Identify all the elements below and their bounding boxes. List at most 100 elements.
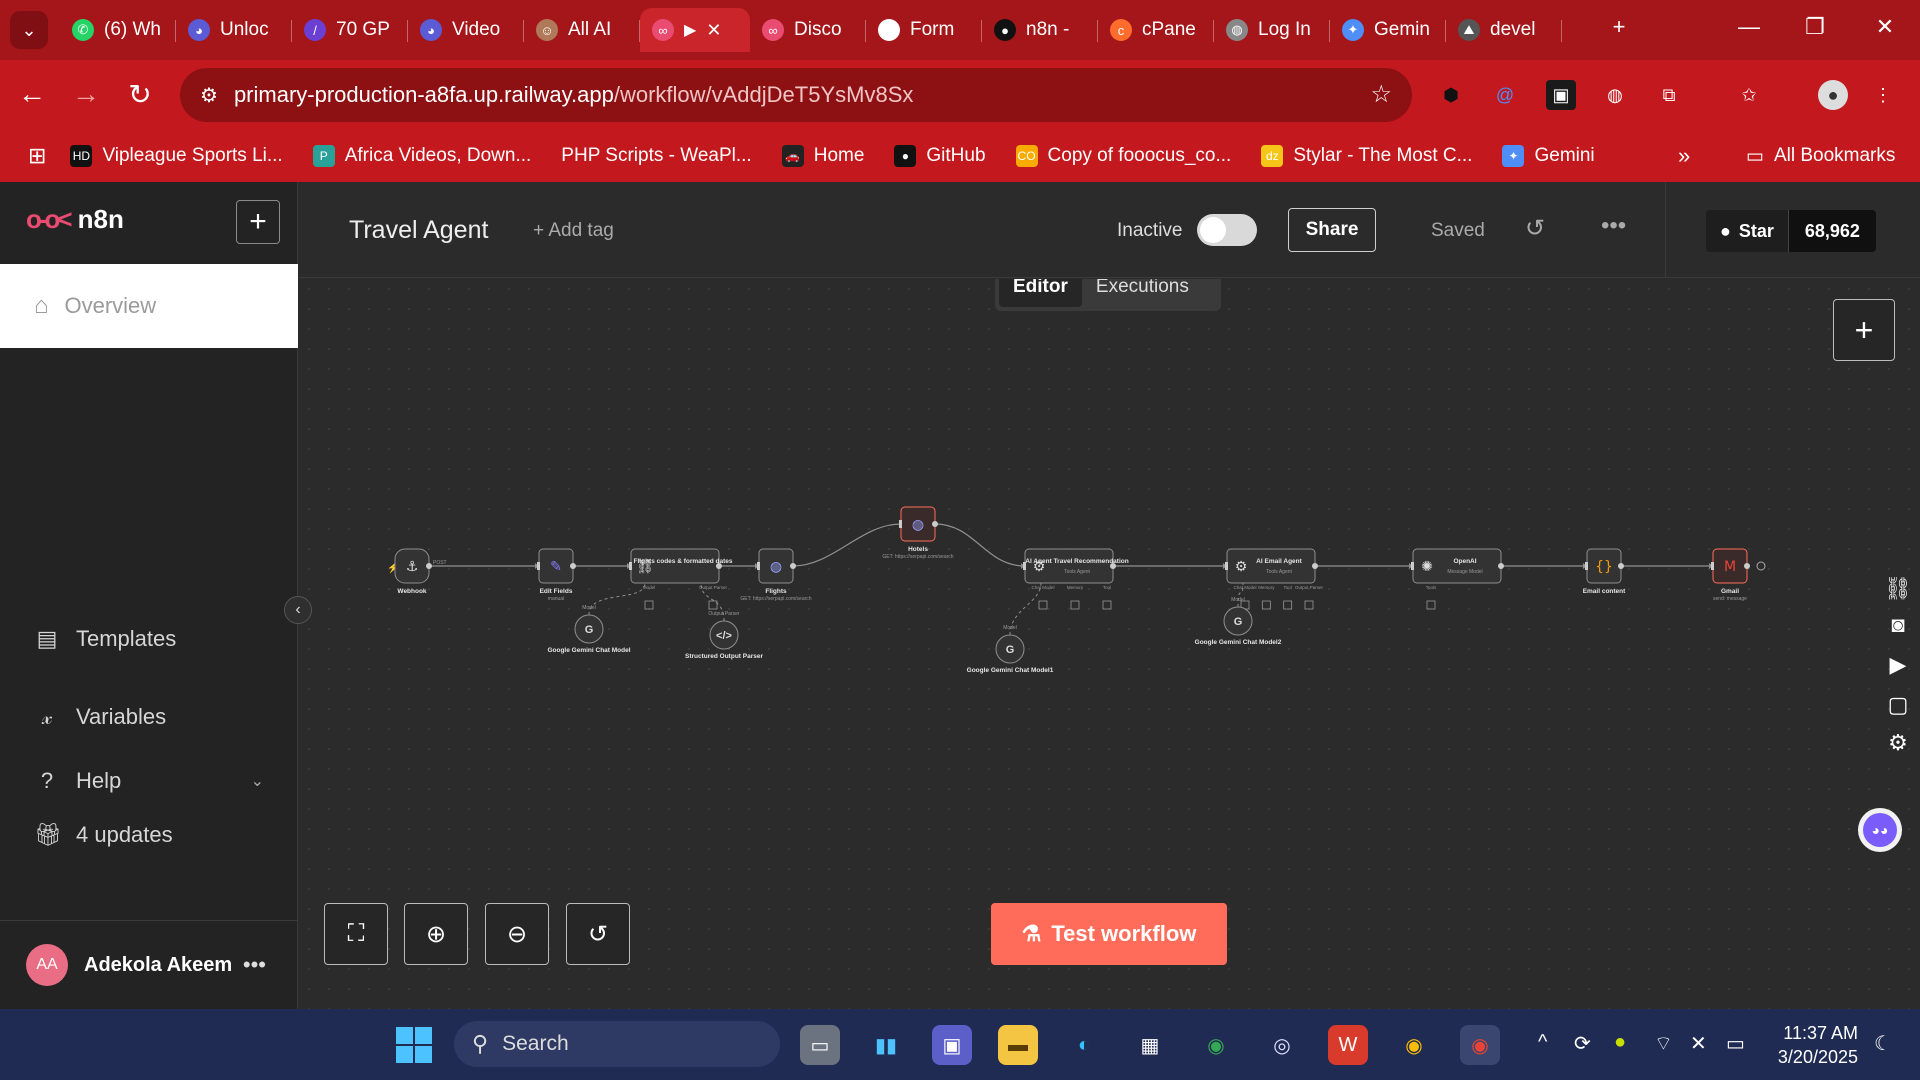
tab-search-button[interactable]: ⌄ xyxy=(10,11,48,49)
close-window-button[interactable]: ✕ xyxy=(1870,14,1900,40)
more-options-icon[interactable]: ••• xyxy=(243,952,266,978)
site-info-icon[interactable]: ⚙ xyxy=(200,83,218,108)
sidebar-item-updates[interactable]: 🎁︎ 4 updates xyxy=(34,822,173,848)
tray-app-icon[interactable]: ● xyxy=(1614,1031,1626,1054)
sync-icon[interactable]: ⟳ xyxy=(1574,1031,1591,1056)
workflow-title[interactable]: Travel Agent xyxy=(349,216,488,245)
apps-grid-icon[interactable]: ⊞ xyxy=(28,143,46,169)
browser-tab[interactable]: ✱ Form xyxy=(866,8,982,52)
sidebar-item-variables[interactable]: 𝓍 Variables xyxy=(34,704,166,730)
browser-tab[interactable]: ∞ ▶ ✕ xyxy=(640,8,750,52)
minimize-button[interactable]: — xyxy=(1734,14,1764,40)
edge-icon[interactable]: ◐ xyxy=(1064,1025,1104,1065)
active-toggle[interactable] xyxy=(1197,214,1257,246)
profile-avatar[interactable]: ● xyxy=(1818,80,1848,110)
browser-tab[interactable]: c cPane xyxy=(1098,8,1214,52)
extension-at-icon[interactable]: @ xyxy=(1490,80,1520,110)
task-view-icon[interactable]: ▭ xyxy=(800,1025,840,1065)
forward-icon[interactable]: → xyxy=(68,78,104,110)
wifi-icon[interactable]: ⌔ xyxy=(1654,1031,1673,1056)
browser-tab[interactable]: ∞ Disco xyxy=(750,8,866,52)
fit-view-button[interactable]: ⛶ xyxy=(324,903,388,965)
bookmark-item[interactable]: ● GitHub xyxy=(894,145,986,167)
assistant-bubble[interactable]: ◕◕ xyxy=(1858,808,1902,852)
new-tab-button[interactable]: + xyxy=(1604,14,1634,40)
workflow-node-gmail[interactable]: M Gmailsend: message xyxy=(1711,548,1750,602)
browser-tab[interactable]: ◕ Unloc xyxy=(176,8,292,52)
chrome-menu-icon[interactable]: ⋮ xyxy=(1868,80,1898,110)
all-bookmarks-folder[interactable]: ▭ All Bookmarks xyxy=(1746,145,1895,168)
more-options-icon[interactable]: ••• xyxy=(1601,212,1626,240)
workflow-node-email[interactable]: {} Email content xyxy=(1583,548,1626,595)
test-workflow-button[interactable]: ⚗ Test workflow xyxy=(991,903,1227,965)
chrome-profile-icon[interactable]: ◉ xyxy=(1394,1025,1434,1065)
browser-tab[interactable]: ◕ Video xyxy=(408,8,524,52)
bookmark-item[interactable]: ✦ Gemini xyxy=(1502,145,1595,167)
extensions-puzzle-icon[interactable]: ⧉ xyxy=(1654,80,1684,110)
browser-tab[interactable]: ◍ Log In xyxy=(1214,8,1330,52)
audio-playing-icon[interactable]: ▶ xyxy=(684,20,696,40)
bookmark-star-icon[interactable]: ☆ xyxy=(1370,80,1392,109)
widgets-icon[interactable]: ▮▮ xyxy=(866,1025,906,1065)
chrome-active-icon[interactable]: ◉ xyxy=(1460,1025,1500,1065)
extension-globe-icon[interactable]: ◍ xyxy=(1600,80,1630,110)
browser-tab[interactable]: ● n8n - xyxy=(982,8,1098,52)
reset-zoom-button[interactable]: ↺ xyxy=(566,903,630,965)
sidebar-item-help[interactable]: ? Help ⌄ xyxy=(34,768,264,794)
restore-button[interactable]: ❐ xyxy=(1800,14,1830,40)
bookmark-item[interactable]: HD Vipleague Sports Li... xyxy=(70,145,283,167)
teams-icon[interactable]: ▣ xyxy=(932,1025,972,1065)
workflow-node-flights[interactable]: ◍ FlightsGET: https://serpapi.com/search xyxy=(740,548,812,602)
workflow-node-webhook[interactable]: ⚓ Webhook POST xyxy=(394,548,447,595)
bookmark-item[interactable]: 🚗 Home xyxy=(781,145,864,167)
browser-tab[interactable]: ✆ (6) Wh xyxy=(60,8,176,52)
bookmark-item[interactable]: PHP Scripts - WeaPl... xyxy=(561,145,751,167)
link-icon[interactable]: ⛓ xyxy=(1884,576,1912,602)
video-icon[interactable]: ▶ xyxy=(1884,652,1912,678)
share-button[interactable]: Share xyxy=(1288,208,1376,252)
more-bookmarks-icon[interactable]: » xyxy=(1678,143,1690,169)
extension-icon[interactable]: ⬢ xyxy=(1436,80,1466,110)
sidebar-item-overview[interactable]: ⌂ Overview xyxy=(0,264,298,348)
wps-icon[interactable]: W xyxy=(1328,1025,1368,1065)
system-clock[interactable]: 11:37 AM 3/20/2025 xyxy=(1770,1021,1858,1069)
tab-executions[interactable]: Executions xyxy=(1082,279,1203,307)
workflow-node-hotels[interactable]: ◍ HotelsGET: https://serpapi.com/search xyxy=(882,506,954,560)
new-workflow-button[interactable]: + xyxy=(236,200,280,244)
sidebar-item-templates[interactable]: ▤ Templates xyxy=(34,626,177,652)
photos-icon[interactable]: ◎ xyxy=(1262,1025,1302,1065)
notifications-icon[interactable]: ☾ xyxy=(1874,1031,1892,1056)
user-menu[interactable]: AA Adekola Akeem ••• xyxy=(0,920,298,1009)
volume-muted-icon[interactable]: ✕ xyxy=(1690,1031,1707,1056)
tab-editor[interactable]: Editor xyxy=(999,279,1082,307)
gear-icon[interactable]: ⚙ xyxy=(1884,730,1912,756)
browser-tab[interactable]: ✦ Gemin xyxy=(1330,8,1446,52)
workflow-node-agent1[interactable]: ⚙AI Agent Travel RecommendationTools Age… xyxy=(1023,548,1129,610)
reload-icon[interactable]: ↻ xyxy=(122,78,158,111)
browser-tab[interactable]: ☺ All AI xyxy=(524,8,640,52)
workflow-canvas[interactable]: ⚡ ⚓ Webhook POST ✎ Edit Fields manual ⛓ Flights … xyxy=(299,279,1920,1009)
tray-expand-icon[interactable]: ^ xyxy=(1538,1031,1547,1054)
workflow-node-flightcodes[interactable]: ⛓Flights codes & formatted datesModel Out… xyxy=(629,548,733,610)
camera-icon[interactable]: ◙ xyxy=(1884,612,1912,638)
bookmark-item[interactable]: P Africa Videos, Down... xyxy=(312,145,531,167)
reading-list-icon[interactable]: ✩ xyxy=(1734,80,1764,110)
taskbar-search[interactable]: ⚲ Search xyxy=(454,1021,780,1067)
workflow-node-edit[interactable]: ✎ Edit Fieldsmanual xyxy=(537,548,576,602)
zoom-in-button[interactable]: ⊕ xyxy=(404,903,468,965)
battery-icon[interactable]: ▭ xyxy=(1726,1031,1745,1056)
add-node-button[interactable]: + xyxy=(1833,299,1895,361)
history-icon[interactable]: ↺ xyxy=(1525,214,1545,243)
workflow-node-openai[interactable]: ✺ OpenAI Message Model Tools xyxy=(1411,548,1504,610)
zoom-out-button[interactable]: ⊖ xyxy=(485,903,549,965)
address-bar[interactable]: ⚙ primary-production-a8fa.up.railway.app… xyxy=(180,68,1412,122)
close-tab-icon[interactable]: ✕ xyxy=(706,20,721,41)
collapse-sidebar-button[interactable]: ‹ xyxy=(284,596,312,624)
browser-tab[interactable]: ⛰ devel xyxy=(1446,8,1562,52)
bookmark-item[interactable]: CO Copy of fooocus_co... xyxy=(1015,145,1231,167)
bookmark-item[interactable]: dz Stylar - The Most C... xyxy=(1261,145,1472,167)
store-icon[interactable]: ▦ xyxy=(1130,1025,1170,1065)
n8n-logo[interactable]: o-o< n8n xyxy=(26,204,124,235)
chrome-icon[interactable]: ◉ xyxy=(1196,1025,1236,1065)
file-explorer-icon[interactable]: ▬ xyxy=(998,1025,1038,1065)
